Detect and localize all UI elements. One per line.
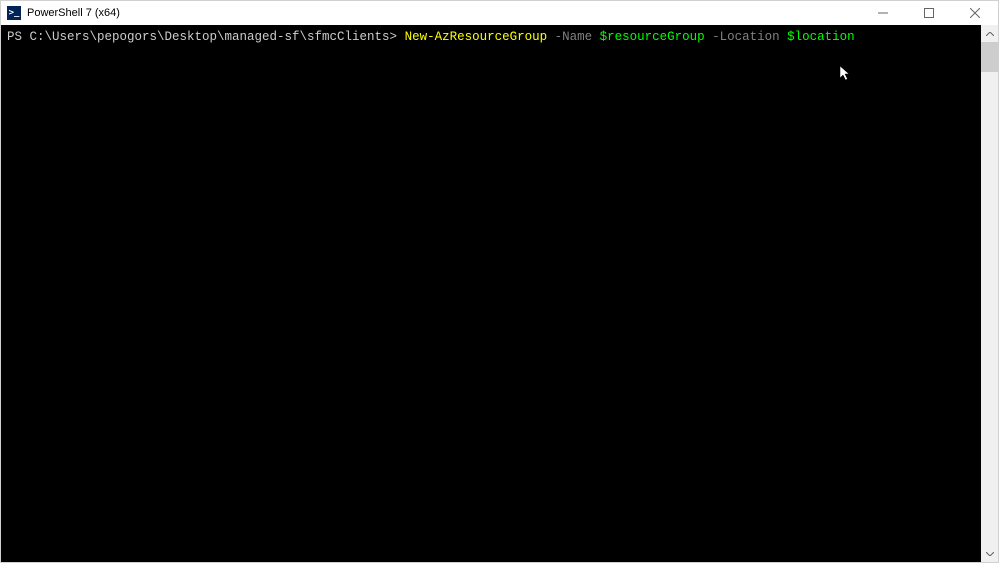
scroll-track[interactable] (981, 42, 998, 545)
command-param-location: -Location (705, 30, 788, 44)
maximize-icon (924, 8, 934, 18)
title-bar[interactable]: >_ PowerShell 7 (x64) (1, 1, 998, 25)
minimize-button[interactable] (860, 1, 906, 25)
terminal-container: PS C:\Users\pepogors\Desktop\managed-sf\… (1, 25, 998, 562)
chevron-down-icon (986, 552, 994, 556)
powershell-icon: >_ (7, 6, 21, 20)
maximize-button[interactable] (906, 1, 952, 25)
close-button[interactable] (952, 1, 998, 25)
chevron-up-icon (986, 32, 994, 36)
scroll-down-button[interactable] (981, 545, 998, 562)
minimize-icon (878, 8, 888, 18)
terminal[interactable]: PS C:\Users\pepogors\Desktop\managed-sf\… (1, 25, 981, 562)
command-variable-location: $location (787, 30, 855, 44)
powershell-window: >_ PowerShell 7 (x64) PS C:\ (0, 0, 999, 563)
close-icon (970, 8, 980, 18)
window-title: PowerShell 7 (x64) (27, 7, 120, 19)
command-variable-resourcegroup: $resourceGroup (600, 30, 705, 44)
terminal-prompt: PS C:\Users\pepogors\Desktop\managed-sf\… (7, 30, 405, 44)
command-cmdlet: New-AzResourceGroup (405, 30, 548, 44)
command-param-name: -Name (547, 30, 600, 44)
scroll-thumb[interactable] (981, 42, 998, 72)
window-controls (860, 1, 998, 25)
scroll-up-button[interactable] (981, 25, 998, 42)
title-bar-left: >_ PowerShell 7 (x64) (7, 6, 120, 20)
scrollbar[interactable] (981, 25, 998, 562)
